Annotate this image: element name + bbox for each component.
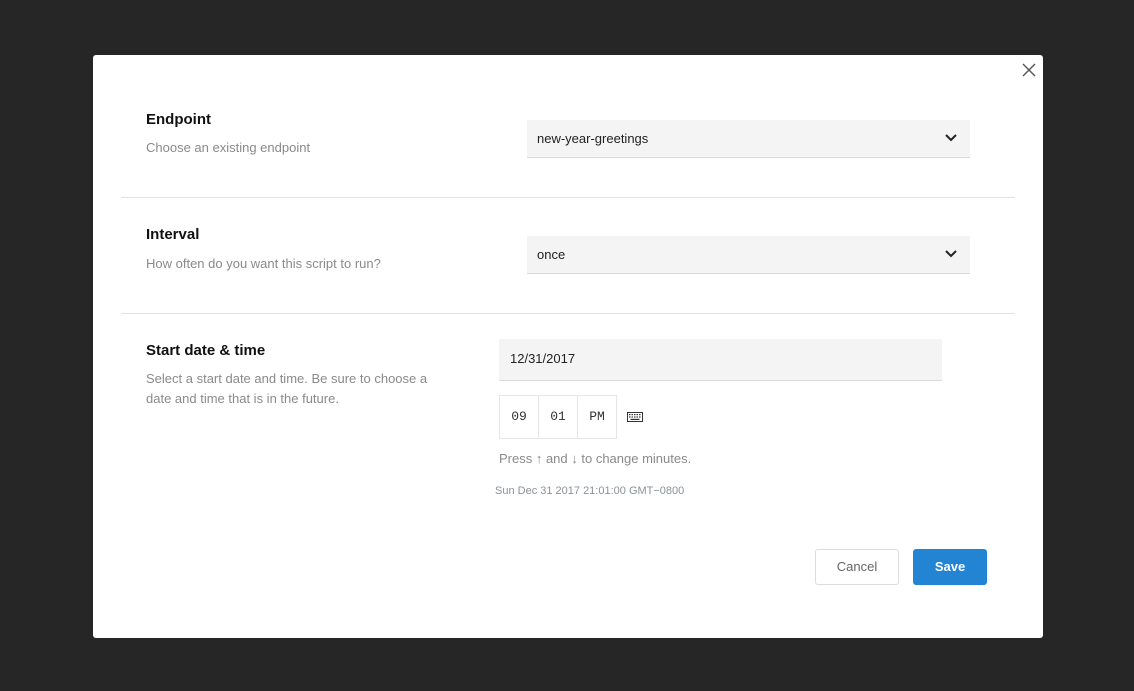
save-button[interactable]: Save [913,549,987,585]
chevron-down-icon [945,250,957,258]
endpoint-select-value: new-year-greetings [537,131,649,146]
keyboard-icon [627,412,643,422]
close-x-icon [1022,63,1036,77]
close-button[interactable] [1020,61,1038,79]
interval-section: Interval How often do you want this scri… [121,198,1015,313]
start-description: Select a start date and time. Be sure to… [146,371,428,406]
resolved-datetime: Sun Dec 31 2017 21:01:00 GMT−0800 [495,485,685,497]
start-date-input[interactable]: 12/31/2017 [499,339,942,381]
endpoint-description: Choose an existing endpoint [146,140,311,155]
endpoint-section: Endpoint Choose an existing endpoint new… [121,55,1015,197]
meridiem-field[interactable]: PM [577,395,617,439]
endpoint-title: Endpoint [146,111,211,128]
interval-title: Interval [146,226,200,243]
endpoint-select[interactable]: new-year-greetings [527,120,970,158]
interval-select-value: once [537,247,566,262]
minutes-hint: Press ↑ and ↓ to change minutes. [499,451,692,466]
time-picker: 09 01 PM [499,395,650,439]
start-title: Start date & time [146,342,266,359]
interval-select[interactable]: once [527,236,970,274]
interval-description: How often do you want this script to run… [146,256,381,271]
cancel-button[interactable]: Cancel [815,549,899,585]
keyboard-toggle[interactable] [620,395,650,439]
chevron-down-icon [945,134,957,142]
start-date-value: 12/31/2017 [510,351,576,366]
hour-field[interactable]: 09 [499,395,539,439]
minute-field[interactable]: 01 [538,395,578,439]
schedule-dialog: Endpoint Choose an existing endpoint new… [93,55,1043,638]
